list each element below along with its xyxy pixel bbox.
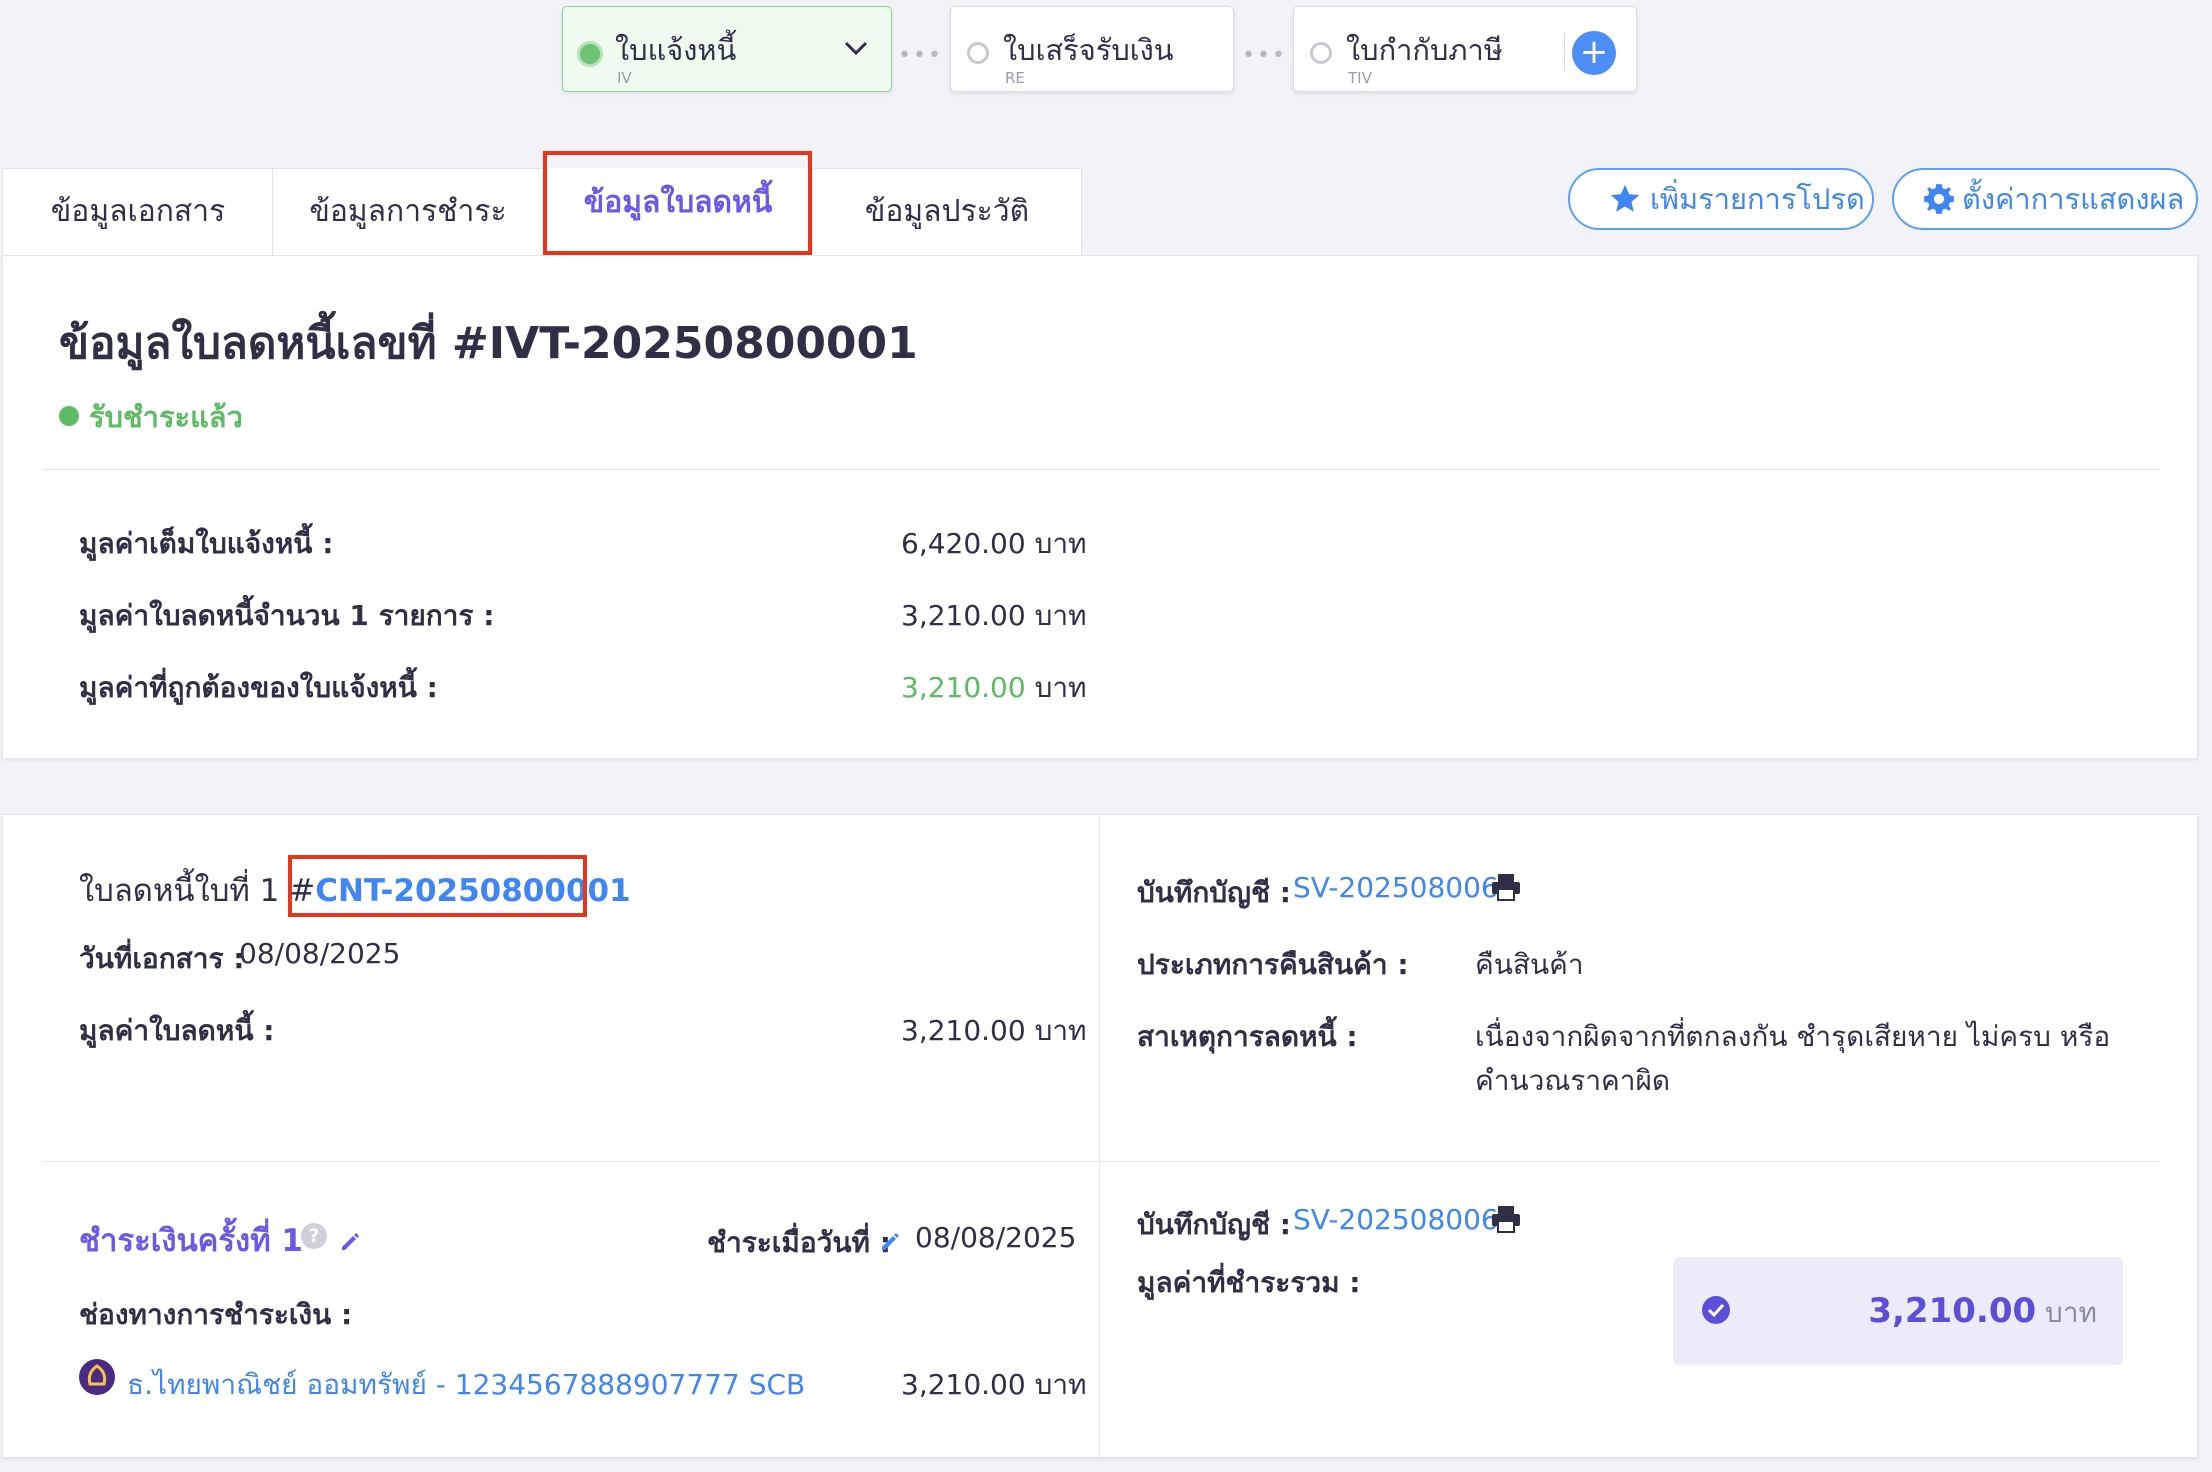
correct-invoice-value-label: มูลค่าที่ถูกต้องของใบแจ้งหนี้ : [79, 671, 438, 704]
unit: บาท [1034, 671, 1087, 704]
full-invoice-value-label: มูลค่าเต็มใบแจ้งหนี้ : [79, 527, 334, 560]
account-entry-label: บันทึกบัญชี : [1137, 876, 1291, 909]
amount: 6,420.00 [901, 527, 1026, 560]
doc-date-value: 08/08/2025 [239, 937, 401, 970]
tab-document-info[interactable]: ข้อมูลเอกสาร [2, 168, 274, 256]
step-code: RE [1005, 69, 1025, 87]
reason-label: สาเหตุการลดหนี้ : [1137, 1020, 1358, 1053]
bank-logo-icon [79, 1359, 115, 1395]
step-title: ใบเสร็จรับเงิน [1003, 33, 1174, 67]
unit: บาท [1034, 599, 1087, 632]
help-icon[interactable]: ? [301, 1223, 327, 1249]
total-paid-amount: 3,210.00 [1868, 1291, 2037, 1331]
divider [1099, 815, 1100, 1459]
add-favorite-button[interactable]: เพิ่มรายการโปรด [1568, 168, 1874, 230]
full-invoice-value: 6,420.00 บาท [901, 522, 1087, 566]
payment-title: ชำระเงินครั้งที่ 1 [79, 1223, 303, 1259]
credit-note-total-value: 3,210.00 บาท [901, 594, 1087, 638]
reason-value-line1: เนื่องจากผิดจากที่ตกลงกัน ชำรุดเสียหาย ไ… [1475, 1020, 2111, 1053]
total-paid-unit: บาท [2045, 1296, 2097, 1329]
correct-invoice-value: 3,210.00 บาท [901, 666, 1087, 710]
unit: บาท [1034, 527, 1087, 560]
printer-icon[interactable] [1491, 1205, 1521, 1233]
credit-note-heading-prefix: ใบลดหนี้ใบที่ 1 # [79, 873, 316, 909]
total-paid-label: มูลค่าที่ชำระรวม : [1137, 1266, 1361, 1299]
paid-on-value: 08/08/2025 [915, 1221, 1077, 1254]
total-paid-value: 3,210.00 บาท [1868, 1291, 2097, 1335]
status-dot-icon [59, 406, 79, 426]
status-dot-icon [967, 42, 989, 64]
payment-account-entry-link[interactable]: SV-202508006 [1293, 1203, 1499, 1236]
return-type-label: ประเภทการคืนสินค้า : [1137, 948, 1409, 981]
payment-channel-label: ช่องทางการชำระเงิน : [79, 1298, 353, 1331]
payment-channel-amount: 3,210.00 บาท [901, 1368, 1087, 1401]
summary-card: ข้อมูลใบลดหนี้เลขที่ #IVT-20250800001 รั… [2, 255, 2198, 759]
page-title: ข้อมูลใบลดหนี้เลขที่ #IVT-20250800001 [59, 318, 918, 369]
tab-history-info[interactable]: ข้อมูลประวัติ [812, 168, 1082, 256]
star-icon [1610, 184, 1640, 212]
step-connector: ••• [898, 43, 943, 68]
credit-note-amount-value: 3,210.00 บาท [901, 1014, 1087, 1047]
workflow-step-tax-invoice[interactable]: ใบกำกับภาษี TIV + [1293, 6, 1637, 92]
doc-date-label: วันที่เอกสาร : [79, 942, 245, 975]
printer-icon[interactable] [1491, 873, 1521, 901]
status-dot-icon [1310, 42, 1332, 64]
highlight-box [288, 855, 587, 917]
step-connector: ••• [1242, 43, 1287, 68]
gear-icon [1924, 184, 1954, 214]
credit-note-amount-label: มูลค่าใบลดหนี้ : [79, 1014, 275, 1047]
divider [43, 1161, 2161, 1162]
total-paid-box: 3,210.00 บาท [1673, 1257, 2123, 1365]
step-title: ใบแจ้งหนี้ [615, 33, 737, 67]
divider [1564, 31, 1565, 71]
amount: 3,210.00 [901, 671, 1026, 704]
reason-value-line2: คำนวณราคาผิด [1475, 1064, 1671, 1097]
step-code: IV [617, 69, 632, 87]
button-label: ตั้งค่าการแสดงผล [1962, 182, 2185, 216]
credit-note-total-label: มูลค่าใบลดหนี้จำนวน 1 รายการ : [79, 599, 495, 632]
highlight-box [543, 151, 812, 255]
account-entry-link[interactable]: SV-202508006 [1293, 871, 1499, 904]
pencil-icon[interactable] [879, 1231, 901, 1253]
check-circle-icon [1702, 1296, 1730, 1324]
credit-note-card: ใบลดหนี้ใบที่ 1 #CNT-20250800001 วันที่เ… [2, 814, 2198, 1459]
status-dot-icon [577, 41, 603, 67]
workflow-step-receipt[interactable]: ใบเสร็จรับเงิน RE [950, 6, 1234, 92]
add-document-button[interactable]: + [1572, 31, 1616, 75]
amount: 3,210.00 [901, 599, 1026, 632]
workflow-step-invoice[interactable]: ใบแจ้งหนี้ IV [562, 6, 892, 92]
pencil-icon[interactable] [339, 1231, 361, 1253]
step-code: TIV [1348, 69, 1372, 87]
status-badge: รับชำระแล้ว [89, 400, 243, 434]
paid-on-label: ชำระเมื่อวันที่ : [707, 1226, 891, 1259]
payment-channel-link[interactable]: ธ.ไทยพาณิชย์ ออมทรัพย์ - 123456788890777… [127, 1363, 805, 1407]
tab-payment-info[interactable]: ข้อมูลการชำระ [272, 168, 544, 256]
return-type-value: คืนสินค้า [1475, 948, 1584, 981]
payment-account-entry-label: บันทึกบัญชี : [1137, 1208, 1291, 1241]
chevron-down-icon[interactable] [841, 33, 871, 63]
scb-logo-icon [87, 1364, 107, 1386]
display-settings-button[interactable]: ตั้งค่าการแสดงผล [1892, 168, 2198, 230]
button-label: เพิ่มรายการโปรด [1650, 182, 1865, 216]
step-title: ใบกำกับภาษี [1346, 33, 1503, 67]
divider [43, 469, 2161, 470]
